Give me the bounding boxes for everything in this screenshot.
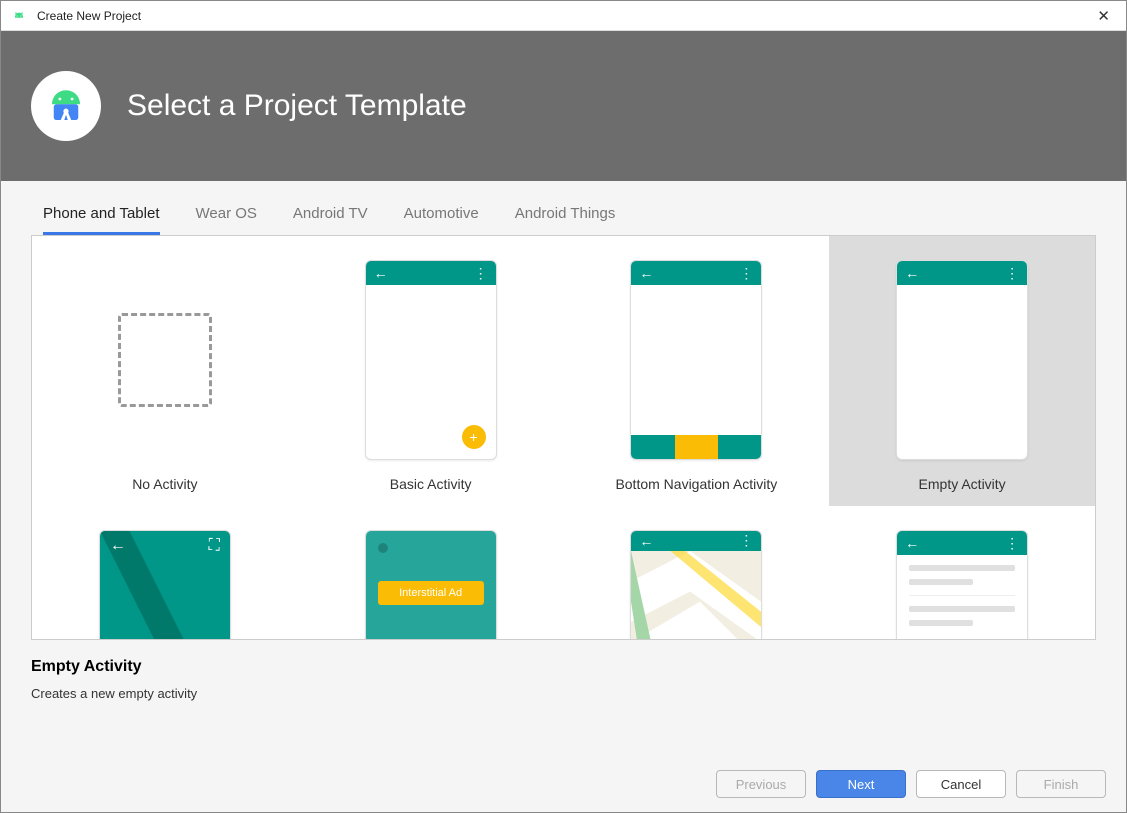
template-bottom-nav-activity[interactable]: ← ⋮ Bottom Navigation Activity xyxy=(564,236,830,506)
template-maps-activity[interactable]: ← ⋮ xyxy=(564,506,830,640)
back-arrow-icon: ← xyxy=(110,537,126,555)
fab-icon: + xyxy=(462,425,486,449)
template-label: Bottom Navigation Activity xyxy=(615,476,777,492)
template-grid[interactable]: No Activity ← ⋮ + Basic Activity xyxy=(31,235,1096,640)
back-arrow-icon: ← xyxy=(639,265,653,281)
thumb-master-detail: ← ⋮ xyxy=(896,530,1028,640)
overflow-menu-icon: ⋮ xyxy=(739,265,753,282)
template-label: No Activity xyxy=(132,476,197,492)
thumb-ad: Interstitial Ad xyxy=(365,530,497,640)
dashed-box-icon xyxy=(118,313,212,407)
tab-android-tv[interactable]: Android TV xyxy=(293,205,368,235)
description-text: Creates a new empty activity xyxy=(31,686,1096,701)
back-arrow-icon: ← xyxy=(905,535,919,551)
tab-phone-tablet[interactable]: Phone and Tablet xyxy=(43,205,160,235)
template-master-detail-activity[interactable]: ← ⋮ xyxy=(829,506,1095,640)
template-basic-activity[interactable]: ← ⋮ + Basic Activity xyxy=(298,236,564,506)
template-label: Empty Activity xyxy=(919,476,1006,492)
back-arrow-icon: ← xyxy=(905,265,919,281)
android-icon xyxy=(11,11,27,21)
tab-wear-os[interactable]: Wear OS xyxy=(196,205,257,235)
dot-icon xyxy=(378,543,388,553)
previous-button[interactable]: Previous xyxy=(716,770,806,798)
close-button[interactable]: ✕ xyxy=(1091,7,1116,25)
description-title: Empty Activity xyxy=(31,658,1096,676)
tabs-bar: Phone and Tablet Wear OS Android TV Auto… xyxy=(1,181,1126,235)
thumb-no-activity xyxy=(99,260,231,460)
thumb-basic-activity: ← ⋮ + xyxy=(365,260,497,460)
overflow-menu-icon: ⋮ xyxy=(1005,265,1019,282)
template-ad-activity[interactable]: Interstitial Ad xyxy=(298,506,564,640)
overflow-menu-icon: ⋮ xyxy=(1005,535,1019,552)
footer: Previous Next Cancel Finish xyxy=(1,756,1126,812)
finish-button[interactable]: Finish xyxy=(1016,770,1106,798)
template-empty-activity[interactable]: ← ⋮ Empty Activity xyxy=(829,236,1095,506)
tab-android-things[interactable]: Android Things xyxy=(515,205,616,235)
android-studio-logo xyxy=(31,71,101,141)
thumb-bottom-nav: ← ⋮ xyxy=(630,260,762,460)
thumb-maps: ← ⋮ xyxy=(630,530,762,640)
template-no-activity[interactable]: No Activity xyxy=(32,236,298,506)
window-title: Create New Project xyxy=(37,9,141,23)
titlebar: Create New Project ✕ xyxy=(1,1,1126,31)
back-arrow-icon: ← xyxy=(639,533,653,549)
back-arrow-icon: ← xyxy=(374,265,388,281)
header: Select a Project Template xyxy=(1,31,1126,181)
thumb-empty-activity: ← ⋮ xyxy=(896,260,1028,460)
description: Empty Activity Creates a new empty activ… xyxy=(1,640,1126,707)
fullscreen-icon: ⛶ xyxy=(209,537,220,555)
cancel-button[interactable]: Cancel xyxy=(916,770,1006,798)
overflow-menu-icon: ⋮ xyxy=(474,265,488,282)
bottom-nav-icon xyxy=(631,435,761,459)
template-label: Basic Activity xyxy=(390,476,472,492)
header-title: Select a Project Template xyxy=(127,89,467,123)
thumb-fullscreen: ← ⛶ xyxy=(99,530,231,640)
template-fullscreen-activity[interactable]: ← ⛶ xyxy=(32,506,298,640)
overflow-menu-icon: ⋮ xyxy=(739,532,753,549)
next-button[interactable]: Next xyxy=(816,770,906,798)
ad-banner: Interstitial Ad xyxy=(378,581,484,605)
tab-automotive[interactable]: Automotive xyxy=(404,205,479,235)
